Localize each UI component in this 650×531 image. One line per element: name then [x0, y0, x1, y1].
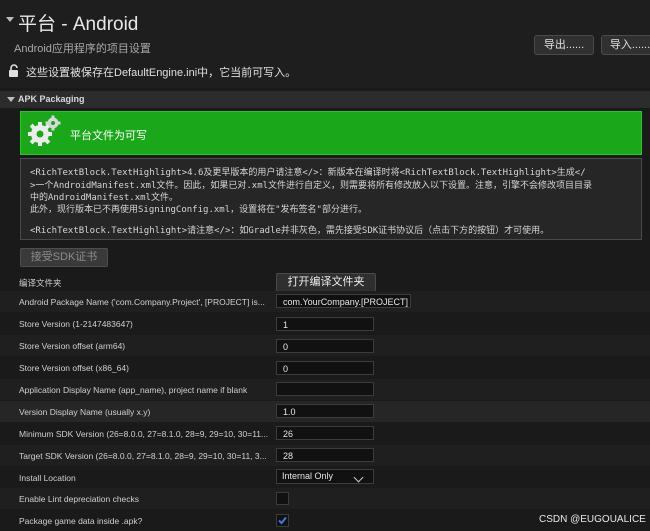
install-location-label: Install Location: [19, 473, 76, 483]
version-display-input[interactable]: 1.0: [276, 404, 374, 418]
watermark: CSDN @EUGOUALICE: [539, 514, 646, 525]
min-sdk-input[interactable]: 26: [276, 426, 374, 440]
page-subtitle: Android应用程序的项目设置: [14, 43, 151, 55]
import-button[interactable]: 导入......: [601, 35, 650, 55]
build-folder-label: 编译文件夹: [19, 278, 62, 288]
lint-checkbox[interactable]: [276, 492, 289, 505]
store-offset-x86-input[interactable]: 0: [276, 361, 374, 375]
version-display-label: Version Display Name (usually x.y): [19, 407, 151, 417]
app-display-name-label: Application Display Name (app_name), pro…: [19, 385, 248, 395]
package-game-data-checkbox[interactable]: [276, 514, 289, 527]
target-sdk-label: Target SDK Version (26=8.0.0, 27=8.1.0, …: [19, 451, 267, 461]
package-game-data-label: Package game data inside .apk?: [19, 516, 143, 526]
note-line: <RichTextBlock.TextHighlight>4.6及更早版本的用户…: [30, 168, 586, 178]
gears-icon: [26, 114, 62, 155]
note-line: <RichTextBlock.TextHighlight>请注意</>：如Gra…: [30, 226, 550, 236]
package-name-label: Android Package Name ('com.Company.Proje…: [19, 297, 265, 307]
unlock-icon: [8, 64, 20, 83]
writable-banner-text: 平台文件为可写: [70, 130, 147, 142]
section-expand-icon[interactable]: [7, 97, 15, 102]
store-offset-x86-label: Store Version offset (x86_64): [19, 363, 129, 373]
note-line: 此外，现行版本已不再使用SigningConfig.xml，设置将在"发布签名"…: [30, 205, 367, 215]
store-version-input[interactable]: 1: [276, 317, 374, 331]
section-header[interactable]: [0, 91, 650, 108]
store-offset-arm64-label: Store Version offset (arm64): [19, 341, 126, 351]
app-display-name-input[interactable]: [276, 382, 374, 396]
lint-label: Enable Lint depreciation checks: [19, 494, 140, 504]
section-title: APK Packaging: [18, 94, 85, 104]
checkmark-icon: [278, 516, 287, 525]
package-name-input[interactable]: com.YourCompany.[PROJECT]: [276, 294, 411, 308]
open-build-folder-button[interactable]: 打开编译文件夹: [276, 273, 376, 292]
store-offset-arm64-input[interactable]: 0: [276, 339, 374, 353]
accept-sdk-license-button[interactable]: 接受SDK证书: [20, 248, 108, 267]
writable-notice: 这些设置被保存在DefaultEngine.ini中，它当前可写入。: [26, 67, 297, 79]
target-sdk-input[interactable]: 28: [276, 448, 374, 462]
store-version-label: Store Version (1-2147483647): [19, 319, 133, 329]
page-title: 平台 - Android: [18, 14, 139, 35]
install-location-value: Internal Only: [282, 471, 334, 481]
collapse-arrow-icon[interactable]: [6, 17, 14, 22]
min-sdk-label: Minimum SDK Version (26=8.0.0, 27=8.1.0,…: [19, 429, 269, 439]
export-button[interactable]: 导出......: [534, 35, 594, 55]
